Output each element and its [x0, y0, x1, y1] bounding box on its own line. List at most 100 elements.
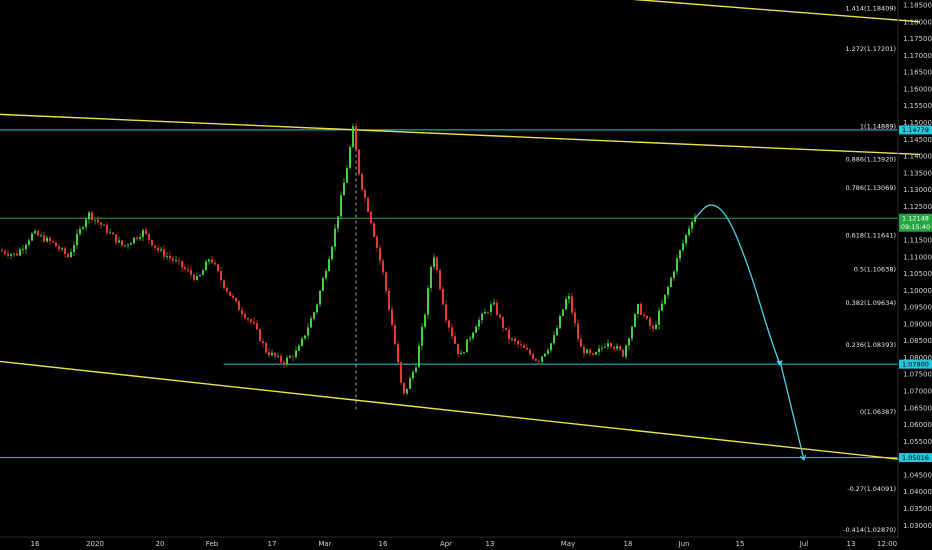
candle-body	[268, 352, 270, 356]
candle-body	[589, 349, 591, 354]
candle-body	[37, 231, 39, 236]
candle-body	[10, 254, 12, 256]
candle-body	[139, 237, 141, 239]
price-tick-label: 1.17000	[903, 52, 932, 60]
candle-body	[103, 224, 105, 226]
candle-body	[277, 355, 279, 357]
candle-body	[406, 388, 408, 394]
candle-body	[502, 317, 504, 328]
candle-body	[493, 302, 495, 305]
candle-body	[148, 233, 150, 240]
candle-body	[151, 239, 153, 246]
candle-body	[259, 329, 261, 342]
price-tick-label: 1.15500	[903, 102, 932, 110]
candle-body	[310, 318, 312, 328]
candle-body	[214, 262, 216, 265]
candle-body	[448, 320, 450, 328]
candle-body	[655, 324, 657, 329]
candle-body	[568, 296, 570, 300]
candle-body	[337, 216, 339, 229]
candle-body	[295, 350, 297, 358]
candle-body	[571, 296, 573, 313]
time-tick-label: 17	[268, 540, 277, 548]
candle-body	[196, 276, 198, 280]
candle-body	[409, 378, 411, 389]
candle-body	[436, 257, 438, 271]
fib-level-label: 1.414(1.18409)	[845, 5, 896, 13]
price-tick-label: 1.04000	[903, 488, 932, 496]
time-tick-label: Jul	[799, 540, 809, 548]
candle-body	[562, 309, 564, 316]
candle-body	[34, 231, 36, 234]
price-tick-label: 1.16000	[903, 85, 932, 93]
candle-body	[442, 288, 444, 305]
candle-body	[367, 197, 369, 212]
candle-body	[31, 233, 33, 241]
candle-body	[373, 223, 375, 237]
candle-body	[133, 237, 135, 244]
candle-body	[73, 245, 75, 252]
price-tick-label: 1.07000	[903, 388, 932, 396]
candle-body	[430, 266, 432, 289]
price-badge-text: 1.07800	[902, 360, 929, 368]
price-tick-label: 1.06500	[903, 404, 932, 412]
candle-body	[43, 235, 45, 242]
candle-body	[661, 303, 663, 311]
candle-body	[412, 371, 414, 379]
candle-body	[283, 362, 285, 365]
candle-body	[520, 344, 522, 346]
candle-body	[202, 270, 204, 276]
candle-body	[175, 260, 177, 261]
candle-body	[394, 325, 396, 345]
candle-body	[682, 243, 684, 251]
fib-level-label: 0.5(1.10638)	[854, 265, 896, 273]
candle-body	[160, 249, 162, 251]
candle-body	[607, 343, 609, 347]
price-chart[interactable]: 1.414(1.18409) 1.272(1.17201) 1(1.14889) 0.…	[0, 0, 932, 550]
candle-body	[319, 290, 321, 305]
candle-body	[208, 259, 210, 262]
price-tick-label: 1.17500	[903, 35, 932, 43]
fib-level-label: -0.27(1.04091)	[847, 485, 896, 493]
candle-body	[619, 346, 621, 350]
price-tick-label: 1.03500	[903, 505, 932, 513]
price-tick-label: 1.13000	[903, 186, 932, 194]
candle-body	[622, 349, 624, 357]
candle-body	[601, 347, 603, 349]
candle-body	[262, 341, 264, 344]
candle-body	[307, 327, 309, 336]
candle-body	[298, 345, 300, 351]
candle-body	[322, 278, 324, 291]
candle-body	[463, 352, 465, 354]
candle-body	[403, 382, 405, 394]
candle-body	[334, 228, 336, 247]
candle-body	[610, 343, 612, 347]
candle-body	[652, 325, 654, 329]
candle-body	[301, 338, 303, 346]
candle-body	[379, 247, 381, 261]
candle-body	[349, 147, 351, 168]
candle-body	[673, 271, 675, 278]
candle-body	[388, 290, 390, 310]
candle-body	[433, 257, 435, 267]
candle-body	[505, 327, 507, 330]
fib-level-label: 0.236(1.08393)	[845, 341, 896, 349]
candle-body	[25, 244, 27, 250]
candle-body	[13, 253, 15, 255]
candle-body	[199, 275, 201, 277]
candle-body	[61, 248, 63, 250]
price-tick-label: 1.05500	[903, 438, 932, 446]
price-badge-text: 1.05016	[902, 454, 929, 462]
candle-body	[88, 212, 90, 220]
candle-body	[289, 356, 291, 358]
candle-body	[169, 256, 171, 259]
candle-body	[523, 345, 525, 348]
candle-body	[163, 249, 165, 257]
candle-body	[106, 224, 108, 233]
candle-body	[229, 291, 231, 296]
candle-body	[592, 353, 594, 355]
candle-body	[643, 314, 645, 316]
candle-body	[550, 343, 552, 351]
candle-body	[616, 346, 618, 349]
candle-body	[544, 353, 546, 357]
